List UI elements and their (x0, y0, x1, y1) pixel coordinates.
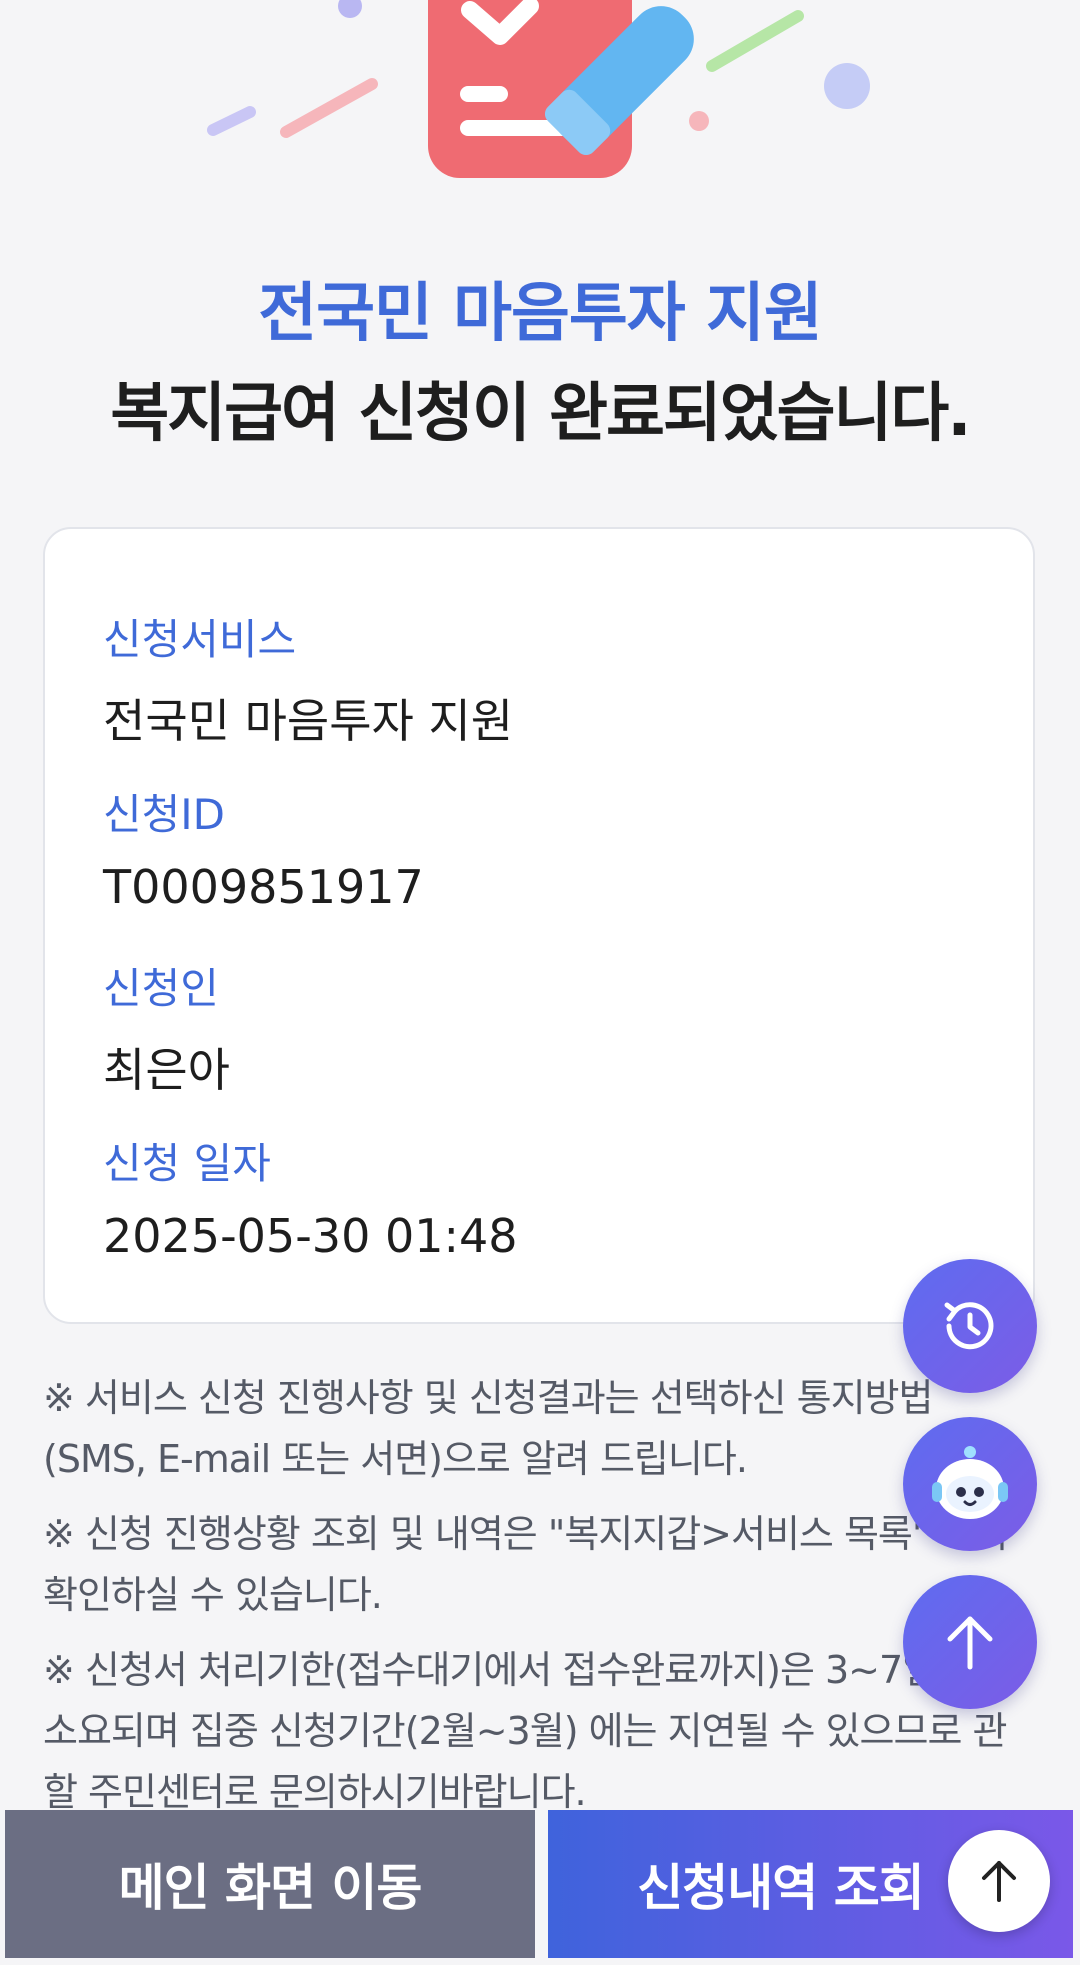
scroll-top-button[interactable] (948, 1830, 1050, 1932)
applicant-label: 신청인 (103, 964, 219, 1013)
main-screen-button[interactable]: 메인 화면 이동 (5, 1810, 535, 1958)
application-date-field: 신청 일자 2025-05-30 01:48 (103, 1130, 518, 1263)
application-id-field: 신청ID T0009851917 (103, 781, 424, 914)
notice-item: ※ 신청 진행상황 조회 및 내역은 "복지지갑>서비스 목록" 에서 확인하실… (43, 1512, 1008, 1617)
notice-item: ※ 신청서 처리기한(접수대기에서 접수완료까지)은 3~7일 정도 소요되며 … (43, 1648, 1016, 1814)
recent-history-button[interactable] (903, 1259, 1037, 1393)
application-id-label: 신청ID (103, 790, 226, 839)
application-date-value: 2025-05-30 01:48 (103, 1209, 518, 1263)
notice-item: ※ 서비스 신청 진행사항 및 신청결과는 선택하신 통지방법(SMS, E-m… (43, 1376, 933, 1481)
service-title: 전국민 마음투자 지원 (258, 277, 822, 351)
application-date-label: 신청 일자 (103, 1139, 271, 1188)
notice-list: ※ 서비스 신청 진행사항 및 신청결과는 선택하신 통지방법(SMS, E-m… (43, 1368, 1023, 1837)
service-label: 신청서비스 (103, 615, 297, 664)
service-value: 전국민 마음투자 지원 (103, 694, 514, 748)
completion-illustration (0, 0, 1080, 200)
applicant-value: 최은아 (103, 1043, 230, 1097)
arrow-up-icon (982, 1861, 1016, 1902)
history-icon (944, 1302, 994, 1350)
chatbot-icon (932, 1446, 1008, 1519)
arrow-up-icon (947, 1616, 993, 1670)
scroll-top-fab[interactable] (903, 1575, 1037, 1709)
application-history-button-label: 신청내역 조회 (637, 1859, 924, 1917)
chatbot-button[interactable] (903, 1417, 1037, 1551)
application-id-value: T0009851917 (103, 860, 424, 914)
application-detail-card: 신청서비스 전국민 마음투자 지원 신청ID T0009851917 신청인 최… (43, 527, 1035, 1324)
main-screen-button-label: 메인 화면 이동 (118, 1859, 423, 1917)
service-field: 신청서비스 전국민 마음투자 지원 (103, 606, 513, 751)
completion-message: 복지급여 신청이 완료되었습니다. (110, 377, 971, 451)
applicant-field: 신청인 최은아 (103, 955, 230, 1100)
